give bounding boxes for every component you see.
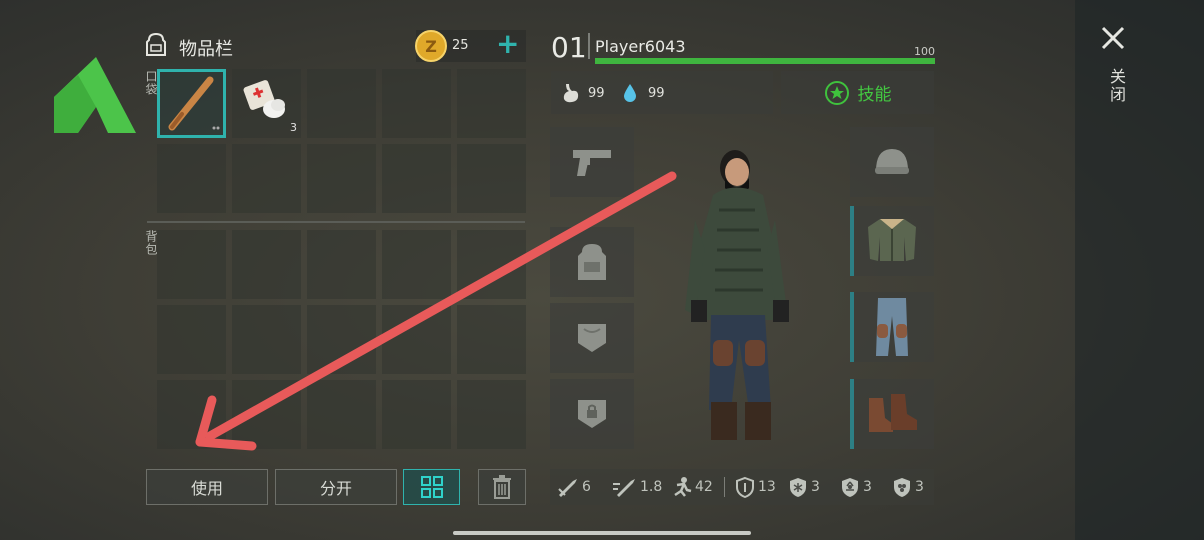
home-indicator[interactable] (453, 531, 751, 535)
annotation-arrow (195, 171, 677, 451)
